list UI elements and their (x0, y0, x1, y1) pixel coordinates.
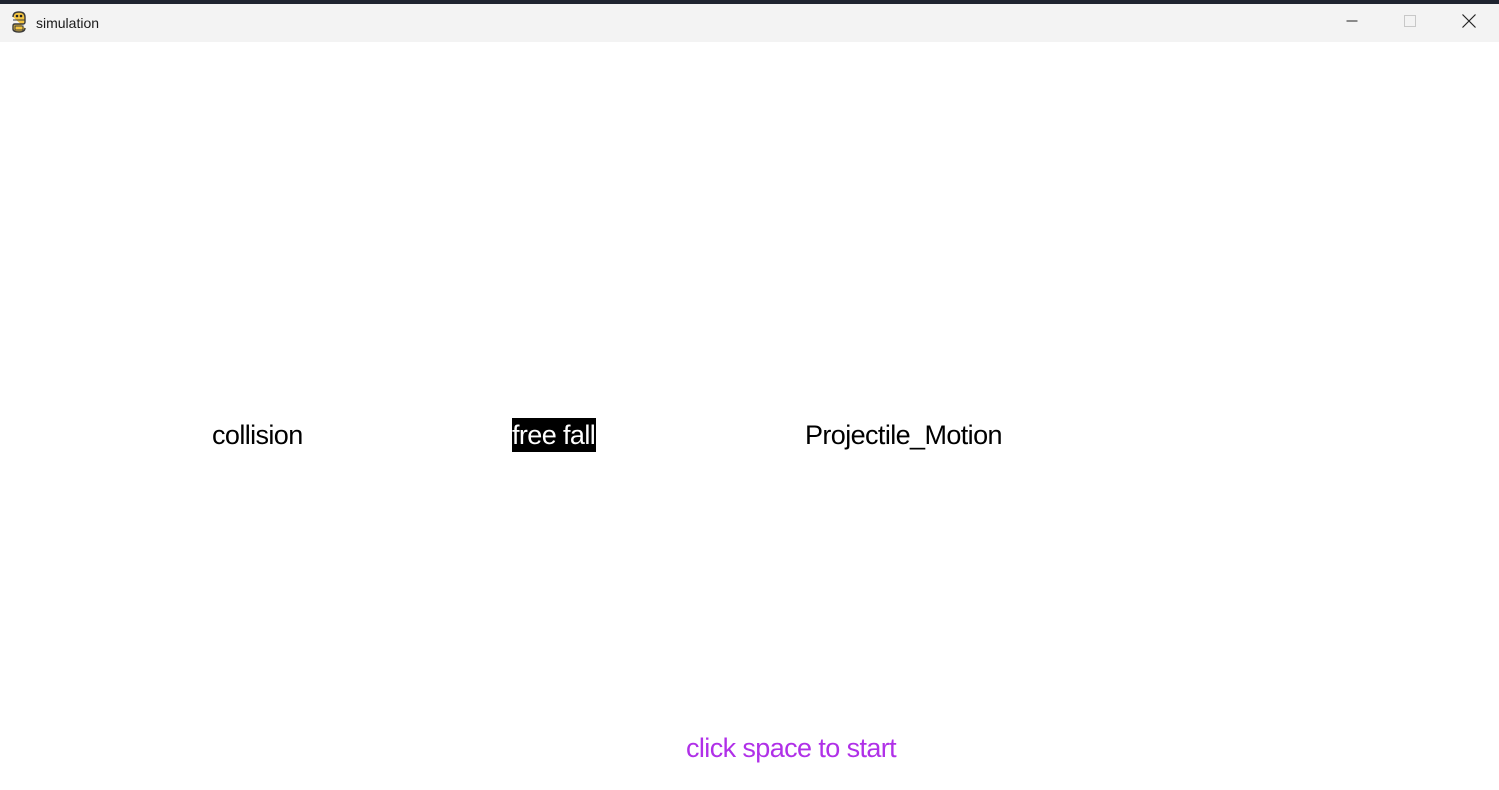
menu-item-free-fall[interactable]: free fall (512, 418, 597, 452)
maximize-button[interactable] (1381, 4, 1439, 42)
maximize-icon (1404, 14, 1416, 32)
close-icon (1462, 13, 1476, 33)
game-canvas[interactable]: collision free fall Projectile_Motion cl… (0, 42, 1499, 790)
menu-item-collision[interactable]: collision (212, 418, 303, 452)
start-hint-text: click space to start (686, 733, 897, 763)
pygame-snake-icon (9, 11, 29, 33)
close-button[interactable] (1440, 4, 1498, 42)
title-bar[interactable]: simulation (0, 4, 1499, 42)
minimize-button[interactable] (1323, 4, 1381, 42)
window-title: simulation (36, 15, 100, 31)
minimize-icon (1346, 14, 1358, 32)
menu-item-projectile-motion[interactable]: Projectile_Motion (805, 418, 1003, 452)
